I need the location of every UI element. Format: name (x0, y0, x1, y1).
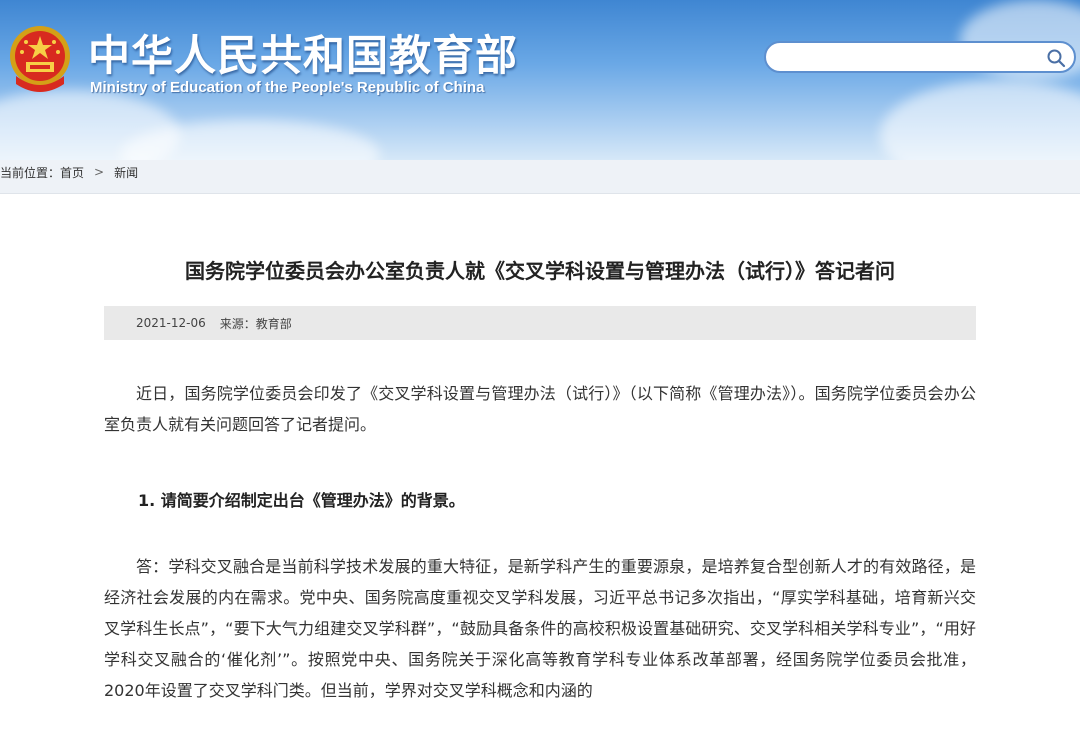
search-icon[interactable] (1046, 48, 1066, 68)
article-source: 来源：教育部 (219, 316, 292, 331)
breadcrumb-label: 当前位置： (0, 165, 61, 180)
article-title: 国务院学位委员会办公室负责人就《交叉学科设置与管理办法（试行）》答记者问 (185, 259, 895, 283)
search-input[interactable] (776, 43, 1040, 71)
search-box (764, 41, 1076, 73)
article-intro-paragraph: 近日，国务院学位委员会印发了《交叉学科设置与管理办法（试行）》（以下简称《管理办… (104, 384, 976, 434)
breadcrumb-current-link[interactable]: 新闻 (114, 164, 138, 181)
national-emblem-icon[interactable] (8, 24, 72, 94)
site-subtitle: Ministry of Education of the People's Re… (90, 79, 485, 96)
answer-paragraph: 答：学科交叉融合是当前科学技术发展的重大特征，是新学科产生的重要源泉，是培养复合… (104, 557, 976, 700)
article-date: 2021-12-06 (136, 316, 206, 330)
site-title[interactable]: 中华人民共和国教育部 (88, 22, 518, 83)
site-header: 中华人民共和国教育部 Ministry of Education of the … (0, 0, 1080, 160)
breadcrumb-home-link[interactable]: 首页 (60, 164, 84, 181)
article-meta-bar: 2021-12-06 来源：教育部 (104, 306, 976, 340)
header-cloud-decoration (880, 80, 1080, 160)
question-heading: 1. 请简要介绍制定出台《管理办法》的背景。 (138, 491, 465, 510)
breadcrumb: 当前位置： 首页 > 新闻 (0, 163, 138, 181)
breadcrumb-separator: > (94, 165, 105, 179)
